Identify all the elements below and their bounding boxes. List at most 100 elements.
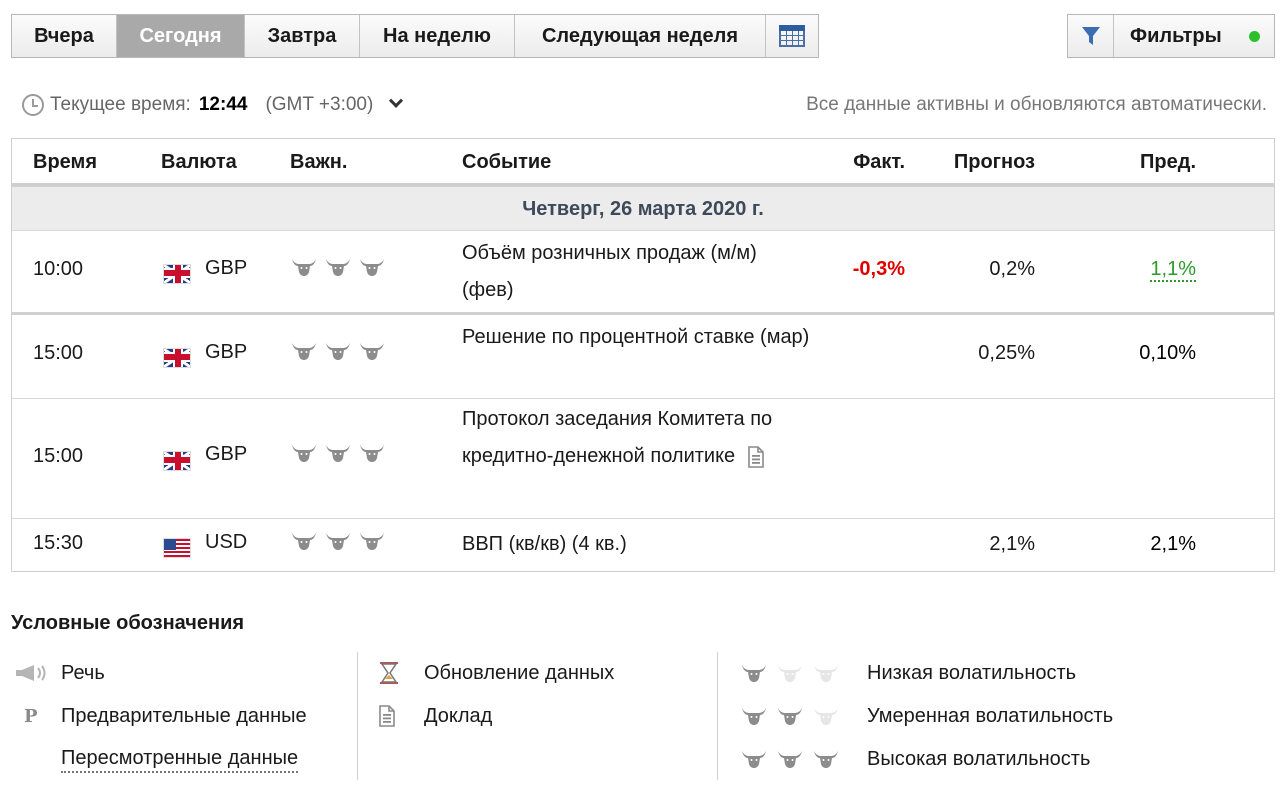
chevron-down-icon[interactable] xyxy=(389,93,404,108)
flag-gb-icon xyxy=(163,451,191,471)
event-name[interactable]: Протокол заседания Комитета по кредитно-… xyxy=(462,408,772,467)
event-time: 15:00 xyxy=(33,445,84,467)
event-previous[interactable]: 1,1% xyxy=(1150,258,1196,282)
table-row[interactable]: 10:00 GBP Объём розничных продаж (м/м) (… xyxy=(12,231,1274,315)
bull-head-icon xyxy=(813,663,839,683)
event-previous-revised[interactable]: 1,1% xyxy=(1150,258,1196,282)
legend-speech: Речь xyxy=(14,658,105,688)
mid-volatility-bulls xyxy=(741,706,861,726)
bull-head-icon xyxy=(325,443,351,463)
table-header: Время Валюта Важн. Событие Факт. Прогноз… xyxy=(12,139,1274,187)
bull-head-icon xyxy=(291,257,317,277)
event-name-wrap[interactable]: Протокол заседания Комитета по кредитно-… xyxy=(462,401,812,475)
calendar-button[interactable] xyxy=(766,15,818,57)
auto-update-note: Все данные активны и обновляются автомат… xyxy=(806,94,1267,115)
legend-data-update-label: Обновление данных xyxy=(424,661,615,684)
bull-head-icon xyxy=(325,531,351,551)
bull-head-icon xyxy=(777,706,803,726)
high-volatility-bulls xyxy=(741,749,861,769)
bull-head-icon xyxy=(291,531,317,551)
flag-gb-icon xyxy=(163,264,191,284)
legend-divider xyxy=(357,652,358,780)
bull-head-icon xyxy=(777,663,803,683)
legend-report: Доклад xyxy=(378,701,492,731)
legend-mid-volatility: Умеренная волатильность xyxy=(741,701,1113,731)
legend-divider xyxy=(717,652,718,780)
event-name[interactable]: Объём розничных продаж (м/м) (фев) xyxy=(462,235,812,309)
table-row[interactable]: 15:00 GBP Решение по процентной ставке (… xyxy=(12,315,1274,399)
table-row[interactable]: 15:00 GBP Протокол заседания Комитета по… xyxy=(12,399,1274,519)
importance-bulls xyxy=(291,531,385,551)
legend-high-volatility-label: Высокая волатильность xyxy=(867,747,1091,770)
legend-low-volatility-label: Низкая волатильность xyxy=(867,661,1077,684)
live-status-dot xyxy=(1249,30,1260,42)
bull-head-icon xyxy=(741,663,767,683)
event-forecast: 0,2% xyxy=(989,258,1035,280)
bull-head-icon xyxy=(777,749,803,769)
timezone-selector[interactable]: (GMT +3:00) xyxy=(265,94,373,116)
col-currency: Валюта xyxy=(161,151,237,173)
bull-head-icon xyxy=(741,749,767,769)
bull-head-icon xyxy=(741,706,767,726)
event-currency: USD xyxy=(205,531,248,553)
tab-yesterday[interactable]: Вчера xyxy=(12,15,117,57)
event-forecast: 0,25% xyxy=(978,342,1035,364)
event-currency: GBP xyxy=(205,257,248,279)
col-event: Событие xyxy=(462,151,552,173)
table-row[interactable]: 15:30 USD ВВП (кв/кв) (4 кв.) 2,1% 2,1% xyxy=(12,519,1274,569)
current-time-label: Текущее время: xyxy=(50,94,191,115)
event-time: 15:30 xyxy=(33,532,84,554)
date-range-tabs: Вчера Сегодня Завтра На неделю Следующая… xyxy=(11,14,819,58)
legend-speech-label: Речь xyxy=(61,661,105,684)
legend-data-update: Обновление данных xyxy=(378,658,614,688)
event-previous: 0,10% xyxy=(1139,342,1196,364)
legend-low-volatility: Низкая волатильность xyxy=(741,658,1076,688)
event-name[interactable]: Решение по процентной ставке (мар) xyxy=(462,319,812,356)
filter-funnel-icon xyxy=(1068,15,1114,57)
legend-revised: Пересмотренные данные xyxy=(61,744,299,774)
col-time: Время xyxy=(33,151,97,173)
tab-today[interactable]: Сегодня xyxy=(117,15,245,57)
col-importance: Важн. xyxy=(290,151,348,173)
col-actual: Факт. xyxy=(853,151,905,173)
bull-head-icon xyxy=(813,749,839,769)
calendar-icon xyxy=(779,25,805,47)
importance-bulls xyxy=(291,257,385,277)
event-previous: 2,1% xyxy=(1150,533,1196,555)
day-header: Четверг, 26 марта 2020 г. xyxy=(12,187,1274,231)
legend-report-label: Доклад xyxy=(424,704,493,727)
bull-head-icon xyxy=(325,341,351,361)
event-time: 15:00 xyxy=(33,342,84,364)
event-time: 10:00 xyxy=(33,258,84,280)
megaphone-icon xyxy=(14,664,54,682)
low-volatility-bulls xyxy=(741,663,861,683)
flag-us-icon xyxy=(163,538,191,558)
tab-this-week[interactable]: На неделю xyxy=(360,15,515,57)
importance-bulls xyxy=(291,341,385,361)
bull-head-icon xyxy=(359,341,385,361)
bull-head-icon xyxy=(359,531,385,551)
filters-label: Фильтры xyxy=(1130,24,1222,47)
bull-head-icon xyxy=(325,257,351,277)
bull-head-icon xyxy=(359,443,385,463)
preliminary-p-icon: P xyxy=(24,705,38,727)
tab-tomorrow[interactable]: Завтра xyxy=(245,15,360,57)
bull-head-icon xyxy=(359,257,385,277)
current-time-value: 12:44 xyxy=(198,94,248,115)
col-previous: Пред. xyxy=(1140,151,1196,173)
importance-bulls xyxy=(291,443,385,463)
document-icon xyxy=(747,446,765,468)
flag-gb-icon xyxy=(163,348,191,368)
clock-icon xyxy=(22,94,44,116)
event-currency: GBP xyxy=(205,341,248,363)
current-time-bar: Текущее время: 12:44 (GMT +3:00) xyxy=(22,92,404,118)
legend-mid-volatility-label: Умеренная волатильность xyxy=(867,704,1114,727)
legend-preliminary: P Предварительные данные xyxy=(14,701,307,731)
economic-calendar-table: Время Валюта Важн. Событие Факт. Прогноз… xyxy=(11,138,1275,572)
filters-button[interactable]: Фильтры xyxy=(1067,14,1275,58)
tab-next-week[interactable]: Следующая неделя xyxy=(515,15,766,57)
legend-title: Условные обозначения xyxy=(11,612,245,634)
event-actual: -0,3% xyxy=(852,258,905,280)
legend-high-volatility: Высокая волатильность xyxy=(741,744,1090,774)
event-name[interactable]: ВВП (кв/кв) (4 кв.) xyxy=(462,526,812,563)
